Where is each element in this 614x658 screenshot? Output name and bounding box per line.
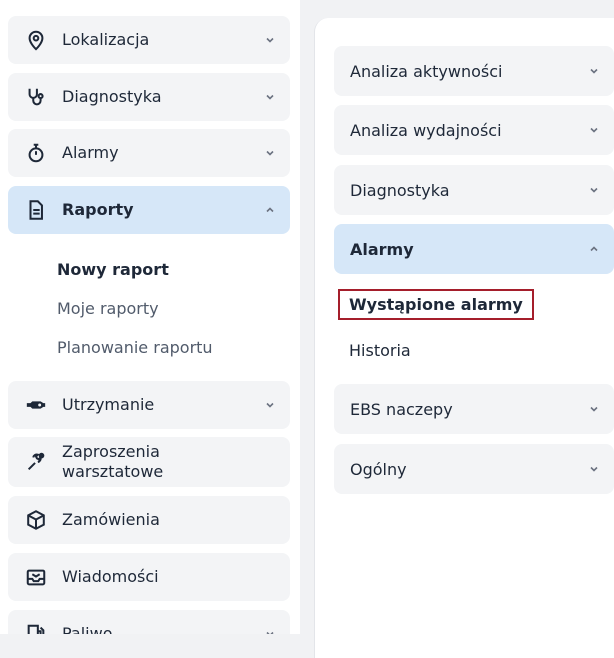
sidebar-item-label: Zaproszenia warsztatowe [62,442,163,482]
sidebar-item-label: Utrzymanie [62,395,155,414]
panel-item-diagnostyka[interactable]: Diagnostyka [334,165,614,215]
sidebar-item-zamowienia[interactable]: Zamówienia [8,496,290,544]
chevron-down-icon [588,124,600,136]
chevron-down-icon [264,34,276,46]
report-document-icon [24,198,48,222]
sidebar-item-lokalizacja[interactable]: Lokalizacja [8,16,290,64]
sidebar: Lokalizacja Diagnostyka Alarmy Raporty N… [0,0,300,634]
chevron-down-icon [264,628,276,634]
sidebar-item-label: Paliwo [62,624,113,634]
chevron-down-icon [264,91,276,103]
package-icon [24,508,48,532]
panel-item-analiza-wydajnosci[interactable]: Analiza wydajności [334,105,614,155]
panel-item-ogolny[interactable]: Ogólny [334,444,614,494]
sidebar-subitem-moje-raporty[interactable]: Moje raporty [57,299,159,318]
panel-subitem-historia[interactable]: Historia [349,341,411,360]
sidebar-item-label: Diagnostyka [62,87,162,106]
panel-separator [300,0,314,634]
sidebar-item-paliwo[interactable]: Paliwo [8,610,290,634]
sidebar-item-alarmy[interactable]: Alarmy [8,129,290,177]
panel-item-label: EBS naczepy [350,399,453,419]
sidebar-subitem-nowy-raport[interactable]: Nowy raport [57,260,169,279]
fuel-icon [24,622,48,634]
label-line-1: Zaproszenia [62,442,160,461]
chevron-up-icon [264,204,276,216]
stopwatch-icon [24,141,48,165]
sidebar-item-utrzymanie[interactable]: Utrzymanie [8,381,290,429]
wrench-icon [24,393,48,417]
chevron-down-icon [588,463,600,475]
panel-item-ebs-naczepy[interactable]: EBS naczepy [334,384,614,434]
sidebar-item-raporty[interactable]: Raporty [8,186,290,234]
label-line-2: warsztatowe [62,462,164,481]
sidebar-item-label: Raporty [62,200,134,219]
panel-item-label: Alarmy [350,239,414,259]
chevron-down-icon [264,147,276,159]
sidebar-item-label: Alarmy [62,143,119,162]
panel-item-label: Analiza aktywności [350,61,503,81]
sidebar-item-diagnostyka[interactable]: Diagnostyka [8,73,290,121]
sidebar-item-zaproszenia-warsztatowe[interactable]: Zaproszenia warsztatowe [8,437,290,487]
chevron-down-icon [588,403,600,415]
sidebar-item-label: Wiadomości [62,567,159,586]
sidebar-item-wiadomosci[interactable]: Wiadomości [8,553,290,601]
workshop-invite-icon [24,450,48,474]
chevron-down-icon [588,65,600,77]
panel-subitem-wystapione-alarmy[interactable]: Wystąpione alarmy [338,289,534,320]
panel-item-label: Analiza wydajności [350,120,502,140]
chevron-down-icon [264,399,276,411]
chevron-down-icon [588,184,600,196]
panel-item-analiza-aktywnosci[interactable]: Analiza aktywności [334,46,614,96]
stethoscope-icon [24,85,48,109]
location-pin-icon [24,28,48,52]
panel-item-alarmy[interactable]: Alarmy [334,224,614,274]
sidebar-item-label: Lokalizacja [62,30,150,49]
message-icon [24,565,48,589]
panel-item-label: Diagnostyka [350,180,450,200]
panel-item-label: Ogólny [350,459,407,479]
sidebar-item-label: Zamówienia [62,510,160,529]
sidebar-subitem-planowanie-raportu[interactable]: Planowanie raportu [57,338,213,357]
chevron-up-icon [588,243,600,255]
